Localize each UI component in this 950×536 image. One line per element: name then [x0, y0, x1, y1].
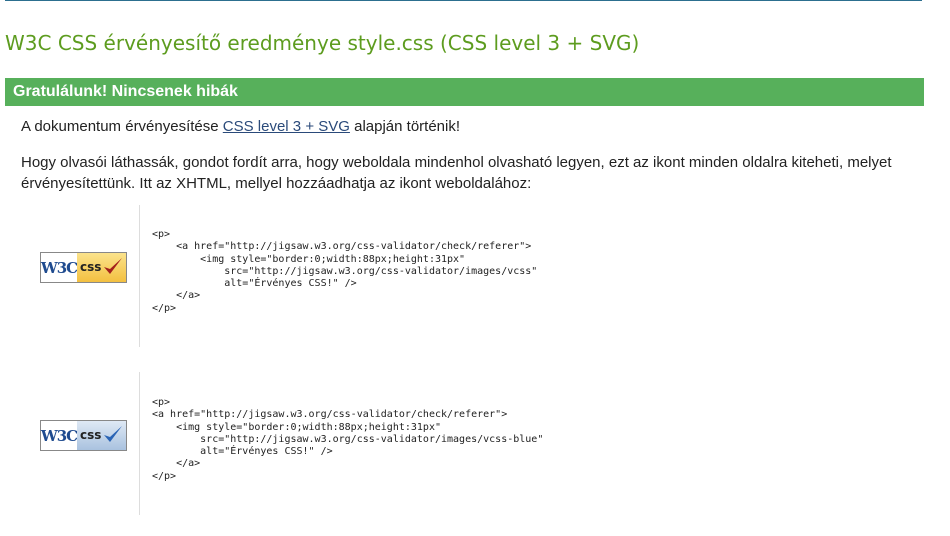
checkmark-red-icon — [104, 258, 122, 274]
badge-code-snippet: <p> <a href="http://jigsaw.w3.org/css-va… — [152, 397, 544, 482]
validation-info-prefix: A dokumentum érvényesítése — [21, 118, 223, 135]
css-valid-badge-yellow[interactable]: W3C css — [40, 252, 127, 283]
checkmark-blue-icon — [104, 426, 122, 442]
badge-css-label: css — [80, 260, 102, 274]
validation-info-suffix: alapján történik! — [349, 118, 461, 135]
success-banner: Gratulálunk! Nincsenek hibák — [5, 78, 924, 106]
badge-css-label: css — [80, 428, 102, 442]
w3c-logo-text: W3C — [41, 253, 78, 282]
code-divider — [139, 205, 140, 347]
badge-css-area: css — [77, 253, 126, 282]
page-title: W3C CSS érvényesítő eredménye style.css … — [5, 31, 640, 55]
validation-info: A dokumentum érvényesítése CSS level 3 +… — [21, 116, 460, 137]
css-valid-badge-blue[interactable]: W3C css — [40, 420, 127, 451]
badge-code-snippet: <p> <a href="http://jigsaw.w3.org/css-va… — [152, 229, 538, 314]
code-divider — [139, 372, 140, 515]
w3c-logo-text: W3C — [41, 421, 78, 450]
icon-instructions: Hogy olvasói láthassák, gondot fordít ar… — [21, 154, 892, 192]
badge-css-area: css — [77, 421, 126, 450]
css-profile-link[interactable]: CSS level 3 + SVG — [223, 118, 350, 135]
top-rule — [5, 0, 922, 1]
